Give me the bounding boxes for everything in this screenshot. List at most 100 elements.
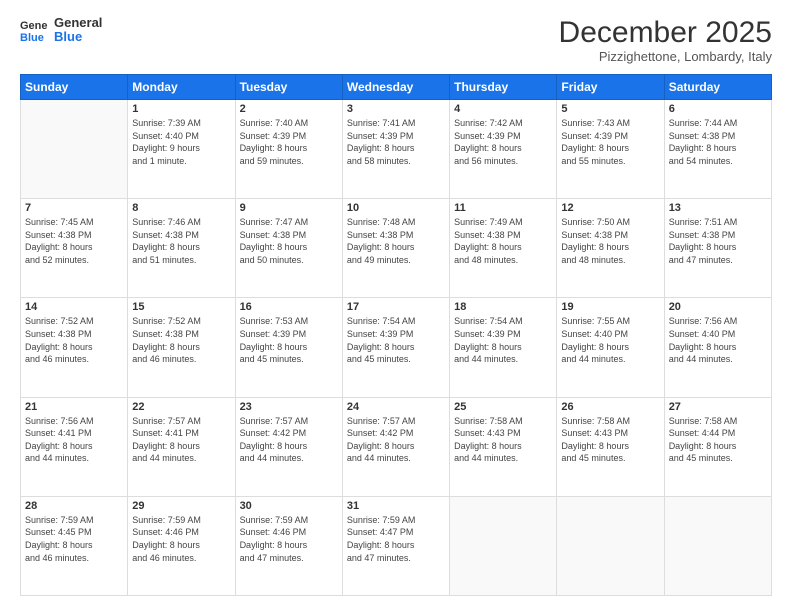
week-row-4: 21 Sunrise: 7:56 AMSunset: 4:41 PMDayligh…: [21, 397, 772, 496]
day-cell: [450, 496, 557, 595]
day-cell: [557, 496, 664, 595]
day-cell: 4 Sunrise: 7:42 AMSunset: 4:39 PMDaylight…: [450, 100, 557, 199]
day-info: Sunrise: 7:59 AMSunset: 4:45 PMDaylight:…: [25, 514, 123, 564]
calendar-table: SundayMondayTuesdayWednesdayThursdayFrid…: [20, 74, 772, 596]
day-number: 13: [669, 202, 767, 214]
day-cell: 29Sunrise: 7:59 AMSunset: 4:46 PMDayligh…: [128, 496, 235, 595]
header: General Blue General Blue December 2025 …: [20, 16, 772, 64]
day-cell: 8 Sunrise: 7:46 AMSunset: 4:38 PMDaylight…: [128, 199, 235, 298]
day-number: 6: [669, 103, 767, 115]
day-number: 21: [25, 401, 123, 413]
day-number: 3: [347, 103, 445, 115]
day-cell: 19 Sunrise: 7:55 AMSunset: 4:40 PMDayligh…: [557, 298, 664, 397]
day-number: 18: [454, 301, 552, 313]
day-info: Sunrise: 7:56 AMSunset: 4:40 PMDaylight:…: [669, 315, 767, 365]
day-info: Sunrise: 7:42 AMSunset: 4:39 PMDaylight:…: [454, 117, 552, 167]
day-info: Sunrise: 7:57 AMSunset: 4:41 PMDaylight:…: [132, 415, 230, 465]
day-info: Sunrise: 7:43 AMSunset: 4:39 PMDaylight:…: [561, 117, 659, 167]
day-cell: 23 Sunrise: 7:57 AMSunset: 4:42 PMDayligh…: [235, 397, 342, 496]
day-header-tuesday: Tuesday: [235, 75, 342, 100]
day-info: Sunrise: 7:54 AMSunset: 4:39 PMDaylight:…: [454, 315, 552, 365]
day-number: 5: [561, 103, 659, 115]
day-number: 7: [25, 202, 123, 214]
day-cell: 28Sunrise: 7:59 AMSunset: 4:45 PMDayligh…: [21, 496, 128, 595]
day-cell: 6 Sunrise: 7:44 AMSunset: 4:38 PMDaylight…: [664, 100, 771, 199]
svg-text:General: General: [20, 20, 48, 32]
day-cell: 14 Sunrise: 7:52 AMSunset: 4:38 PMDayligh…: [21, 298, 128, 397]
day-info: Sunrise: 7:52 AMSunset: 4:38 PMDaylight:…: [25, 315, 123, 365]
logo-icon: General Blue: [20, 16, 48, 44]
day-number: 27: [669, 401, 767, 413]
day-cell: 24Sunrise: 7:57 AMSunset: 4:42 PMDayligh…: [342, 397, 449, 496]
day-number: 4: [454, 103, 552, 115]
logo-line1: General: [54, 16, 102, 30]
calendar-header-row: SundayMondayTuesdayWednesdayThursdayFrid…: [21, 75, 772, 100]
day-cell: 31 Sunrise: 7:59 AMSunset: 4:47 PMDayligh…: [342, 496, 449, 595]
day-number: 14: [25, 301, 123, 313]
day-info: Sunrise: 7:58 AMSunset: 4:43 PMDaylight:…: [454, 415, 552, 465]
day-number: 31: [347, 500, 445, 512]
day-info: Sunrise: 7:56 AMSunset: 4:41 PMDaylight:…: [25, 415, 123, 465]
day-info: Sunrise: 7:54 AMSunset: 4:39 PMDaylight:…: [347, 315, 445, 365]
day-number: 16: [240, 301, 338, 313]
day-info: Sunrise: 7:44 AMSunset: 4:38 PMDaylight:…: [669, 117, 767, 167]
day-info: Sunrise: 7:57 AMSunset: 4:42 PMDaylight:…: [240, 415, 338, 465]
day-number: 26: [561, 401, 659, 413]
day-cell: 3Sunrise: 7:41 AMSunset: 4:39 PMDaylight…: [342, 100, 449, 199]
day-number: 12: [561, 202, 659, 214]
week-row-5: 28Sunrise: 7:59 AMSunset: 4:45 PMDayligh…: [21, 496, 772, 595]
day-header-sunday: Sunday: [21, 75, 128, 100]
day-cell: 12Sunrise: 7:50 AMSunset: 4:38 PMDayligh…: [557, 199, 664, 298]
day-number: 23: [240, 401, 338, 413]
day-cell: 11Sunrise: 7:49 AMSunset: 4:38 PMDayligh…: [450, 199, 557, 298]
day-cell: 18 Sunrise: 7:54 AMSunset: 4:39 PMDayligh…: [450, 298, 557, 397]
day-cell: 27Sunrise: 7:58 AMSunset: 4:44 PMDayligh…: [664, 397, 771, 496]
day-number: 17: [347, 301, 445, 313]
day-number: 2: [240, 103, 338, 115]
title-block: December 2025 Pizzighettone, Lombardy, I…: [559, 16, 772, 64]
day-cell: 2 Sunrise: 7:40 AMSunset: 4:39 PMDaylight…: [235, 100, 342, 199]
day-info: Sunrise: 7:39 AMSunset: 4:40 PMDaylight:…: [132, 117, 230, 167]
day-info: Sunrise: 7:47 AMSunset: 4:38 PMDaylight:…: [240, 216, 338, 266]
day-info: Sunrise: 7:48 AMSunset: 4:38 PMDaylight:…: [347, 216, 445, 266]
logo: General Blue General Blue: [20, 16, 102, 45]
day-cell: 25 Sunrise: 7:58 AMSunset: 4:43 PMDayligh…: [450, 397, 557, 496]
month-title: December 2025: [559, 16, 772, 49]
day-number: 8: [132, 202, 230, 214]
day-info: Sunrise: 7:49 AMSunset: 4:38 PMDaylight:…: [454, 216, 552, 266]
svg-text:Blue: Blue: [20, 32, 44, 44]
day-cell: [664, 496, 771, 595]
day-info: Sunrise: 7:59 AMSunset: 4:46 PMDaylight:…: [240, 514, 338, 564]
day-cell: 10Sunrise: 7:48 AMSunset: 4:38 PMDayligh…: [342, 199, 449, 298]
day-number: 25: [454, 401, 552, 413]
day-number: 15: [132, 301, 230, 313]
week-row-1: 1 Sunrise: 7:39 AMSunset: 4:40 PMDaylight…: [21, 100, 772, 199]
day-info: Sunrise: 7:59 AMSunset: 4:46 PMDaylight:…: [132, 514, 230, 564]
day-cell: 5 Sunrise: 7:43 AMSunset: 4:39 PMDaylight…: [557, 100, 664, 199]
day-cell: [21, 100, 128, 199]
day-cell: 17 Sunrise: 7:54 AMSunset: 4:39 PMDayligh…: [342, 298, 449, 397]
day-info: Sunrise: 7:45 AMSunset: 4:38 PMDaylight:…: [25, 216, 123, 266]
day-info: Sunrise: 7:55 AMSunset: 4:40 PMDaylight:…: [561, 315, 659, 365]
week-row-3: 14 Sunrise: 7:52 AMSunset: 4:38 PMDayligh…: [21, 298, 772, 397]
day-number: 9: [240, 202, 338, 214]
day-header-monday: Monday: [128, 75, 235, 100]
day-number: 19: [561, 301, 659, 313]
day-number: 30: [240, 500, 338, 512]
day-info: Sunrise: 7:51 AMSunset: 4:38 PMDaylight:…: [669, 216, 767, 266]
day-number: 1: [132, 103, 230, 115]
day-info: Sunrise: 7:40 AMSunset: 4:39 PMDaylight:…: [240, 117, 338, 167]
logo-line2: Blue: [54, 30, 102, 44]
day-cell: 22 Sunrise: 7:57 AMSunset: 4:41 PMDayligh…: [128, 397, 235, 496]
day-cell: 13 Sunrise: 7:51 AMSunset: 4:38 PMDayligh…: [664, 199, 771, 298]
day-info: Sunrise: 7:46 AMSunset: 4:38 PMDaylight:…: [132, 216, 230, 266]
day-info: Sunrise: 7:53 AMSunset: 4:39 PMDaylight:…: [240, 315, 338, 365]
day-cell: 7 Sunrise: 7:45 AMSunset: 4:38 PMDaylight…: [21, 199, 128, 298]
page: General Blue General Blue December 2025 …: [0, 0, 792, 612]
day-info: Sunrise: 7:59 AMSunset: 4:47 PMDaylight:…: [347, 514, 445, 564]
week-row-2: 7 Sunrise: 7:45 AMSunset: 4:38 PMDaylight…: [21, 199, 772, 298]
day-header-saturday: Saturday: [664, 75, 771, 100]
day-number: 22: [132, 401, 230, 413]
day-cell: 21 Sunrise: 7:56 AMSunset: 4:41 PMDayligh…: [21, 397, 128, 496]
day-header-wednesday: Wednesday: [342, 75, 449, 100]
